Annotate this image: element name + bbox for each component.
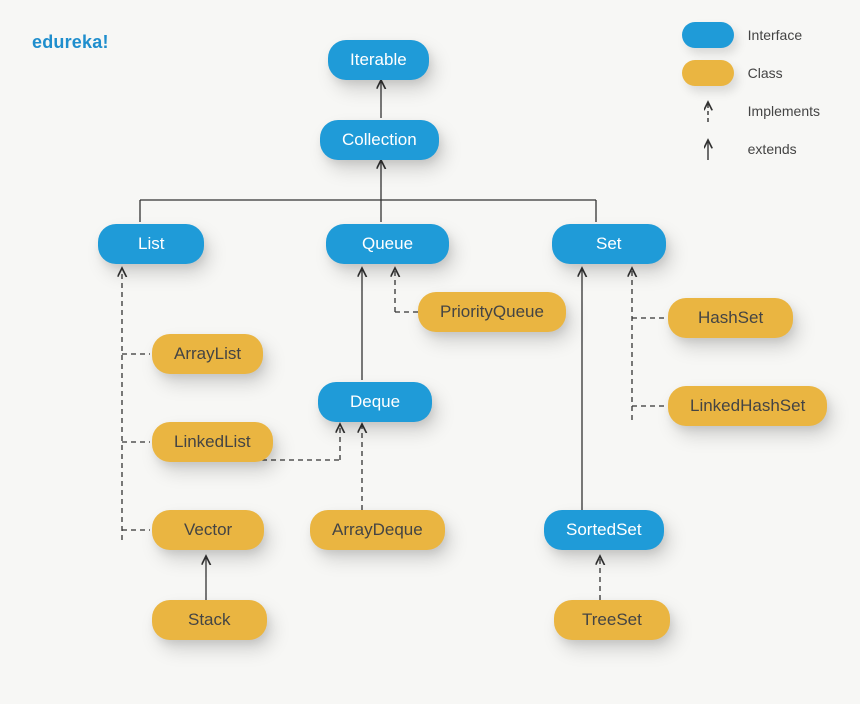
legend-interface-swatch (682, 22, 734, 48)
node-deque: Deque (318, 382, 432, 422)
node-label: LinkedHashSet (690, 396, 805, 415)
node-set: Set (552, 224, 666, 264)
legend-class-swatch (682, 60, 734, 86)
legend-interface: Interface (682, 22, 820, 48)
node-treeset: TreeSet (554, 600, 670, 640)
node-label: SortedSet (566, 520, 642, 539)
node-label: Deque (350, 392, 400, 411)
node-queue: Queue (326, 224, 449, 264)
legend-extends: extends (682, 136, 820, 162)
node-sortedset: SortedSet (544, 510, 664, 550)
node-arraydeque: ArrayDeque (310, 510, 445, 550)
legend-class: Class (682, 60, 820, 86)
legend-extends-arrow-icon (682, 136, 734, 162)
legend-implements-arrow-icon (682, 98, 734, 124)
node-label: PriorityQueue (440, 302, 544, 321)
legend-implements: Implements (682, 98, 820, 124)
node-arraylist: ArrayList (152, 334, 263, 374)
node-label: TreeSet (582, 610, 642, 629)
node-stack: Stack (152, 600, 267, 640)
legend-interface-label: Interface (748, 27, 802, 43)
node-label: HashSet (698, 308, 763, 327)
node-linkedlist: LinkedList (152, 422, 273, 462)
legend: Interface Class Implements extends (682, 22, 820, 174)
node-label: Queue (362, 234, 413, 253)
node-priorityqueue: PriorityQueue (418, 292, 566, 332)
node-vector: Vector (152, 510, 264, 550)
node-list: List (98, 224, 204, 264)
node-label: ArrayDeque (332, 520, 423, 539)
node-label: Iterable (350, 50, 407, 69)
node-linkedhashset: LinkedHashSet (668, 386, 827, 426)
node-label: Stack (188, 610, 231, 629)
node-label: Collection (342, 130, 417, 149)
node-hashset: HashSet (668, 298, 793, 338)
node-label: Vector (184, 520, 232, 539)
node-label: ArrayList (174, 344, 241, 363)
node-label: LinkedList (174, 432, 251, 451)
legend-implements-label: Implements (748, 103, 820, 119)
node-label: Set (596, 234, 622, 253)
legend-class-label: Class (748, 65, 783, 81)
node-label: List (138, 234, 164, 253)
legend-extends-label: extends (748, 141, 797, 157)
node-collection: Collection (320, 120, 439, 160)
brand-logo: edureka! (32, 32, 109, 53)
node-iterable: Iterable (328, 40, 429, 80)
